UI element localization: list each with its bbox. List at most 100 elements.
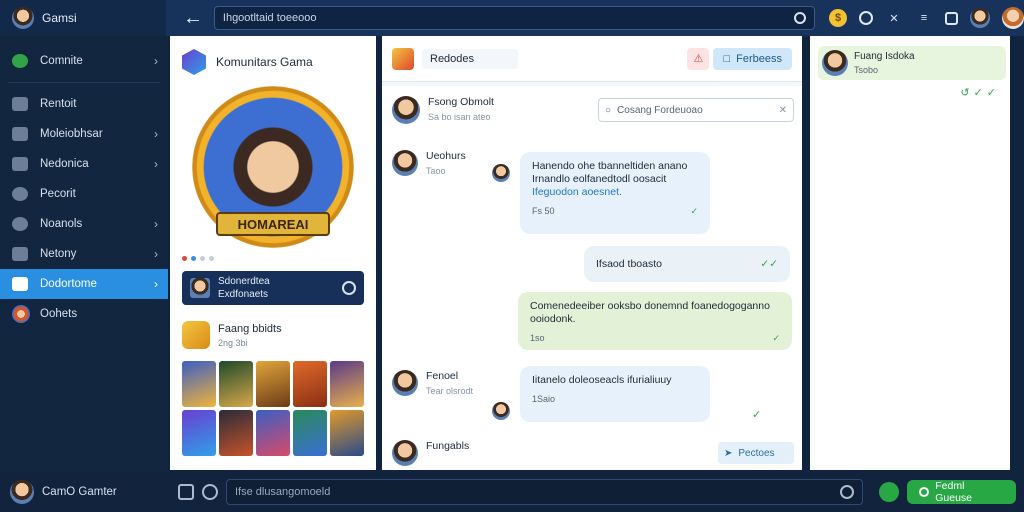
member-card[interactable]: Sdonerdtea Exdfonaets <box>182 271 364 305</box>
hero-card[interactable] <box>330 361 364 407</box>
message-bubble[interactable]: Comenedeeiber ooksbo donemnd foanedogoga… <box>518 292 792 350</box>
coin-icon[interactable]: $ <box>829 9 848 27</box>
read-check-icon: ✓ <box>752 409 762 421</box>
messages-icon[interactable] <box>945 11 959 25</box>
close-icon[interactable]: ✕ <box>779 105 787 116</box>
user-avatar[interactable] <box>10 480 34 504</box>
hero-card[interactable] <box>182 361 216 407</box>
header-action-button[interactable]: □ Ferbeess <box>713 47 792 70</box>
sidebar-item-6[interactable]: Noanols › <box>0 209 168 239</box>
message-sender: Fenoel Tear olsrodt <box>392 370 473 396</box>
divider <box>8 82 160 83</box>
settings-sliders-icon[interactable]: ≡ <box>915 9 933 27</box>
message-text: Irnandlo eolfanedtodl oosacit <box>532 173 667 185</box>
sidebar-item-label: Comnite <box>40 55 83 67</box>
emoji-icon[interactable] <box>201 484 218 500</box>
message-reaction[interactable]: 1so <box>530 332 545 345</box>
card-avatar <box>822 50 848 76</box>
hero-card[interactable] <box>330 410 364 456</box>
card-actions[interactable]: ↺✓✓ <box>810 86 1000 99</box>
read-check-icon: ✓✓ <box>760 257 778 270</box>
share-icon: ➤ <box>724 447 733 459</box>
sender-avatar[interactable] <box>392 370 418 396</box>
friend-avatar[interactable] <box>1002 7 1024 29</box>
hero-card[interactable] <box>256 410 290 456</box>
app-title: Gamsi <box>42 11 77 25</box>
home-icon <box>12 277 28 291</box>
search-input[interactable]: Ihgootltaid toeeooo <box>213 6 816 30</box>
message-input[interactable]: Ifse dlusangomoeld <box>225 479 864 505</box>
send-button[interactable]: Fedml Gueuse <box>907 480 1017 504</box>
sender-avatar[interactable] <box>392 150 418 176</box>
target-icon[interactable] <box>859 11 874 25</box>
sidebar-item-label: Nedonica <box>40 158 89 170</box>
sidebar-item-label: Netony <box>40 248 77 260</box>
message-link[interactable]: Ifeguodon aoesnet. <box>532 186 698 199</box>
community-panel: Komunitars Gama HOMAREAI Sdonerdtea Exdf… <box>170 36 376 470</box>
community-name: Komunitars Gama <box>216 55 313 69</box>
message-bubble[interactable]: Hanendo ohe tbanneltiden anano Irnandlo … <box>520 152 710 234</box>
back-arrow-icon[interactable]: ← <box>180 7 206 30</box>
message-reaction[interactable]: Fs 50 <box>532 205 555 218</box>
sender-name: Fenoel <box>426 370 459 382</box>
notification-card[interactable]: Fuang Isdoka Tsobo <box>818 46 1006 80</box>
message-bubble[interactable]: Iitanelo doleoseacls ifurialiuuy 1Saio <box>520 366 710 422</box>
message-sender: Fungabls <box>392 440 469 466</box>
read-check-icon: ✓ <box>772 333 780 343</box>
hero-card[interactable] <box>182 410 216 456</box>
message-search-input[interactable]: ○ Cosang Fordeuoao ✕ <box>598 98 794 122</box>
read-check-icon: ✓ <box>690 206 698 216</box>
carousel-dots[interactable] <box>182 256 364 261</box>
sidebar-item-7[interactable]: Netony › <box>0 239 168 269</box>
search-icon[interactable] <box>794 12 807 24</box>
chevron-right-icon: › <box>154 157 158 171</box>
hero-card[interactable] <box>293 361 327 407</box>
sender-subtext: Tear olsrodt <box>426 386 474 396</box>
message-list[interactable]: Fsong Obmolt Sa bo isan ateo ○ Cosang Fo… <box>382 86 802 470</box>
globe-icon <box>12 217 28 231</box>
chevron-right-icon: › <box>154 277 158 291</box>
hero-card[interactable] <box>219 361 253 407</box>
sidebar: Comnite › Rentoit Moleiobhsar › Nedonica… <box>0 36 168 512</box>
sender-avatar[interactable] <box>392 96 420 124</box>
member-action-icon[interactable] <box>342 281 356 295</box>
member-avatar <box>190 278 210 298</box>
sidebar-item-4[interactable]: Nedonica › <box>0 149 168 179</box>
reply-button[interactable]: ➤ Pectoes <box>718 442 794 464</box>
right-panel: Fuang Isdoka Tsobo ↺✓✓ <box>810 36 1010 470</box>
message-text: Iitanelo doleoseacls ifurialiuuy <box>532 374 672 386</box>
alert-icon[interactable]: ⚠ <box>687 47 710 70</box>
voice-icon[interactable] <box>879 482 900 502</box>
hero-card[interactable] <box>256 361 290 407</box>
current-user[interactable]: CamO Gamter <box>0 472 168 512</box>
message-input-placeholder: Ifse dlusangomoeld <box>234 486 331 498</box>
profile-avatar[interactable] <box>970 8 991 28</box>
user-avatar[interactable] <box>12 7 34 29</box>
hero-banner: HOMAREAI <box>216 212 330 236</box>
sender-avatar[interactable] <box>392 440 418 466</box>
sidebar-item-2[interactable]: Rentoit <box>0 89 168 119</box>
message-reaction[interactable]: 1Saio <box>532 393 555 406</box>
sidebar-item-3[interactable]: Moleiobhsar › <box>0 119 168 149</box>
attach-icon[interactable] <box>178 484 194 500</box>
hero-grid <box>182 361 364 456</box>
app-brand[interactable]: Gamsi <box>0 0 167 36</box>
chat-panel: Redodes ⚠ □ Ferbeess Fsong Obmolt Sa bo … <box>382 36 802 470</box>
hero-card[interactable] <box>219 410 253 456</box>
sidebar-item-9[interactable]: Oohets <box>0 299 168 329</box>
sticker-icon[interactable] <box>840 485 855 499</box>
rank-badge-icon <box>182 321 210 349</box>
card-subtitle: Tsobo <box>854 65 879 75</box>
reply-avatar <box>492 402 510 420</box>
tools-icon[interactable]: ✕ <box>885 9 903 27</box>
sidebar-item-community[interactable]: Comnite › <box>0 46 168 76</box>
sidebar-item-8[interactable]: Dodortome › <box>0 269 168 299</box>
sidebar-item-label: Pecorit <box>40 188 76 200</box>
message-bubble[interactable]: Ifsaod tboasto ✓✓ <box>584 246 790 282</box>
search-text: Ihgootltaid toeeooo <box>222 12 317 24</box>
sender-name: Fsong Obmolt <box>428 96 494 108</box>
sidebar-item-5[interactable]: Pecorit <box>0 179 168 209</box>
send-icon <box>919 487 930 497</box>
controller-icon <box>12 247 28 261</box>
hero-card[interactable] <box>293 410 327 456</box>
